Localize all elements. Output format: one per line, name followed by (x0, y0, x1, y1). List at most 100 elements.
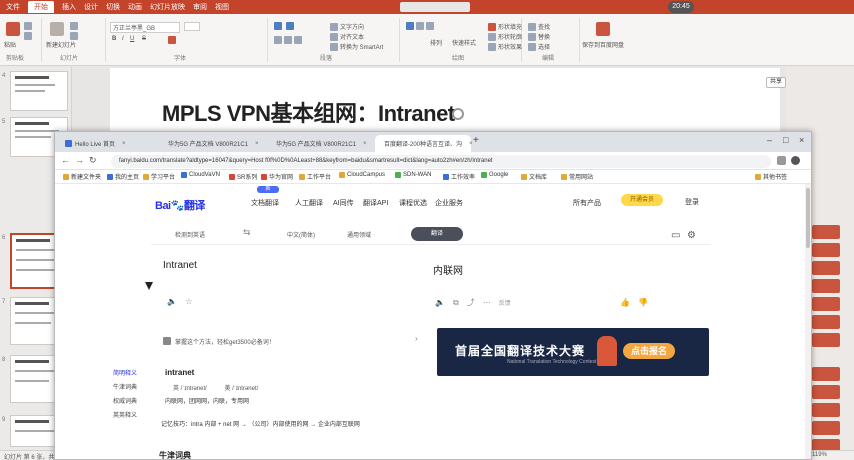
browser-tab[interactable]: Hello Live 首页 × (59, 135, 155, 152)
bookmark-item[interactable]: Google (481, 172, 508, 178)
panel-tile[interactable] (812, 367, 840, 381)
forward-icon[interactable]: → (75, 155, 84, 165)
new-slide-button[interactable]: 新建幻灯片 (46, 40, 76, 49)
bookmark-item[interactable]: 新建文件夹 (63, 172, 101, 181)
maximize-icon[interactable]: □ (783, 135, 788, 145)
panel-tile[interactable] (812, 403, 840, 417)
panel-tile[interactable] (812, 243, 840, 257)
page-scrollbar[interactable] (805, 184, 811, 459)
text-direction-button[interactable]: 文字方向 (330, 22, 364, 31)
bookmark-item[interactable]: CloudVaVN (181, 172, 220, 178)
shapes-gallery[interactable] (406, 22, 434, 30)
bookmark-item[interactable]: 学习平台 (143, 172, 175, 181)
more-icon[interactable]: ⋯ (483, 298, 491, 307)
bookmark-item[interactable]: 文档库 (521, 172, 547, 181)
ribbon-tab-file[interactable]: 文件 (6, 2, 20, 12)
bookmark-item[interactable]: 常用网站 (561, 172, 593, 181)
bookmark-item[interactable]: 华为官网 (261, 172, 293, 181)
close-tab-icon[interactable]: × (122, 141, 126, 147)
ad-signup-button[interactable]: 点击报名 (623, 343, 675, 359)
font-color-icon[interactable] (168, 36, 176, 44)
ribbon-tab-slideshow[interactable]: 幻灯片放映 (150, 2, 185, 12)
nav-human-translate[interactable]: 人工翻译 (295, 198, 323, 208)
close-window-icon[interactable]: × (799, 135, 804, 145)
reload-icon[interactable]: ↻ (89, 155, 97, 166)
baidu-translate-logo[interactable]: Bai🐾翻译 (155, 197, 205, 213)
sidebar-item-authoritative[interactable]: 权威词典 (113, 396, 137, 405)
slide-title[interactable]: MPLS VPN基本组网：Intranet (162, 96, 455, 128)
bookmark-item[interactable]: 工作效率 (443, 172, 475, 181)
close-tab-icon[interactable]: × (363, 141, 367, 147)
underline-icon[interactable]: U (130, 36, 134, 42)
nav-courses[interactable]: 课程优选 (399, 198, 427, 208)
bullets-icon[interactable] (274, 22, 282, 30)
folder-icon[interactable]: ▭ (671, 230, 680, 241)
browser-tab[interactable]: 华为5G 产品文档 V800R21C1 × (159, 135, 263, 152)
align-center-icon[interactable] (284, 36, 292, 44)
ribbon-tab-animations[interactable]: 动画 (128, 2, 142, 12)
shape-effects-button[interactable]: 形状效果 (488, 42, 522, 51)
numbering-icon[interactable] (286, 22, 294, 30)
ribbon-tab-review[interactable]: 审阅 (193, 2, 207, 12)
profile-icon[interactable] (791, 156, 800, 165)
browser-tab[interactable]: 华为5G 产品文档 V800R21C1 × (267, 135, 371, 152)
paste-button[interactable]: 粘贴 (4, 40, 16, 49)
copy-icon[interactable]: ⧉ (453, 298, 459, 308)
speaker-icon[interactable]: 🔈 (167, 297, 177, 306)
font-name-select[interactable]: 方正兰亭黑_GB (110, 22, 180, 33)
vip-button[interactable]: 开通会员 (621, 194, 663, 206)
new-tab-icon[interactable]: + (473, 135, 479, 146)
zoom-level[interactable]: 119% (812, 452, 827, 458)
align-right-icon[interactable] (294, 36, 302, 44)
shape-fill-button[interactable]: 形状填充 (488, 22, 522, 31)
ribbon-tab-view[interactable]: 视图 (215, 2, 229, 12)
swap-languages-icon[interactable]: ⇆ (243, 227, 251, 238)
bookmark-item[interactable]: 其他书签 (755, 172, 787, 181)
share-button[interactable]: 共享 (766, 77, 786, 88)
close-tab-icon[interactable]: × (469, 141, 473, 147)
panel-tile[interactable] (812, 261, 840, 275)
target-language-select[interactable]: 中文(简体) (287, 230, 315, 239)
feedback-link[interactable]: 反馈 (499, 298, 511, 307)
bookmark-item[interactable]: 我的主页 (107, 172, 139, 181)
tip-banner[interactable]: 掌握这个方法，轻松get3500必备词！ (163, 334, 425, 348)
select-button[interactable]: 选择 (528, 42, 550, 51)
back-icon[interactable]: ← (61, 155, 70, 165)
align-text-button[interactable]: 对齐文本 (330, 32, 364, 41)
cut-icon[interactable] (24, 22, 32, 30)
panel-tile[interactable] (812, 315, 840, 329)
bookmark-item[interactable]: CloudCampus (339, 172, 385, 178)
nav-enterprise[interactable]: 企业服务 (435, 198, 463, 208)
panel-tile[interactable] (812, 225, 840, 239)
chevron-right-icon[interactable]: › (415, 334, 418, 343)
nav-ai-interpret[interactable]: AI同传 (333, 198, 354, 208)
ribbon-tab-insert[interactable]: 插入 (62, 2, 76, 12)
bold-icon[interactable]: B (112, 36, 116, 42)
save-to-button[interactable]: 保存到百度网盘 (582, 40, 624, 49)
arrange-button[interactable]: 排列 (430, 38, 442, 47)
nav-all-products[interactable]: 所有产品 (573, 198, 601, 208)
phonetic-uk[interactable]: 英 /ˈɪntrənet/ (173, 386, 207, 392)
source-language-select[interactable]: 检测到英语 (175, 230, 205, 239)
sidebar-item-english[interactable]: 英英释义 (113, 410, 137, 419)
close-tab-icon[interactable]: × (255, 141, 259, 147)
extension-icon[interactable] (777, 156, 786, 165)
sidebar-item-oxford[interactable]: 牛津词典 (113, 382, 137, 391)
scrollbar-thumb[interactable] (806, 188, 810, 248)
panel-tile[interactable] (812, 333, 840, 347)
nav-doc-translate[interactable]: 文档翻译 (251, 198, 279, 208)
thumbs-down-icon[interactable]: 👎 (638, 298, 648, 307)
panel-tile[interactable] (812, 421, 840, 435)
address-bar[interactable]: fanyi.baidu.com/translate?aldtype=16047&… (111, 155, 771, 168)
shape-outline-button[interactable]: 形状轮廓 (488, 32, 522, 41)
phonetic-us[interactable]: 美 /ˈɪntrənet/ (225, 386, 259, 392)
smartart-button[interactable]: 转换为 SmartArt (330, 42, 383, 51)
ribbon-tab-home[interactable]: 开始 (28, 1, 54, 13)
new-slide-icon[interactable] (50, 22, 64, 36)
domain-select[interactable]: 通用领域 (347, 230, 371, 239)
settings-gear-icon[interactable]: ⚙ (687, 230, 696, 241)
panel-tile[interactable] (812, 297, 840, 311)
login-link[interactable]: 登录 (685, 197, 699, 207)
contest-ad-banner[interactable]: 首届全国翻译技术大赛 National Translation Technolo… (437, 328, 709, 376)
strikethrough-icon[interactable]: S (142, 36, 146, 42)
